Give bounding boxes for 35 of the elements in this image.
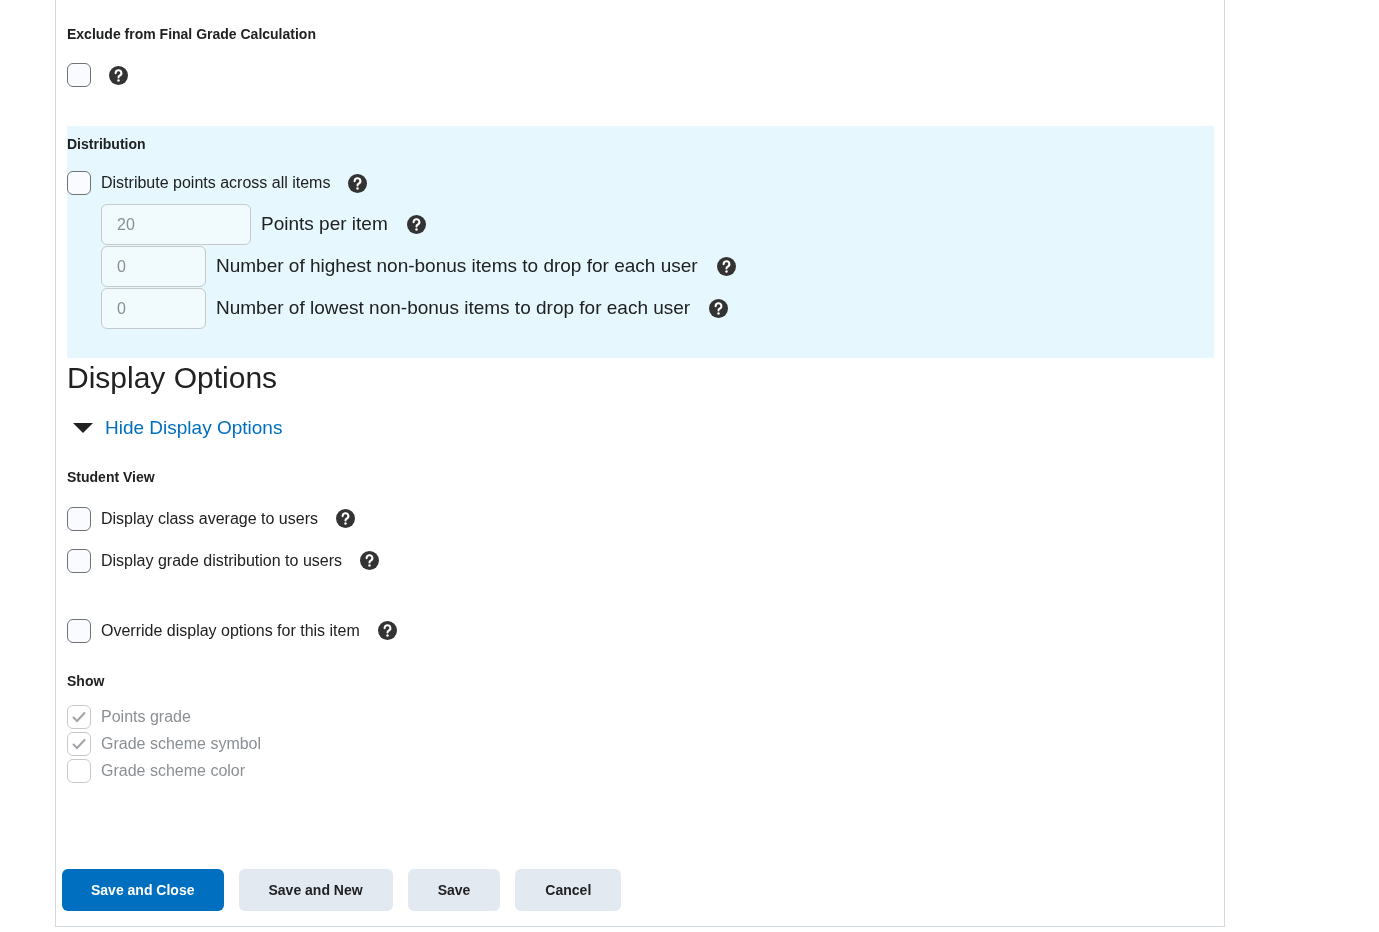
- help-icon[interactable]: [348, 173, 368, 193]
- checkmark-icon: [72, 710, 86, 723]
- action-button[interactable]: Save and New: [238, 869, 393, 911]
- checkbox[interactable]: [67, 506, 91, 531]
- help-icon[interactable]: [716, 257, 736, 276]
- checkbox-label: Display grade distribution to users: [101, 550, 342, 571]
- section-title: Display Options: [67, 360, 279, 396]
- checkbox-label: Grade scheme color: [101, 760, 246, 781]
- help-icon[interactable]: [336, 509, 355, 528]
- section-heading: Distribution: [67, 135, 147, 154]
- help-icon[interactable]: [406, 215, 426, 234]
- section-heading: Show: [67, 671, 106, 691]
- checkmark-icon: [72, 737, 86, 750]
- checkbox-label: Distribute points across all items: [101, 173, 331, 193]
- section-heading: Exclude from Final Grade Calculation: [67, 25, 317, 44]
- action-button[interactable]: Save and Close: [62, 869, 224, 911]
- checkbox-label: Points grade: [101, 706, 191, 727]
- help-icon[interactable]: [709, 299, 729, 318]
- field-label: Number of lowest non-bonus items to drop for each user: [216, 296, 691, 321]
- help-icon[interactable]: [360, 551, 379, 570]
- section-heading: Student View: [67, 467, 156, 487]
- checkbox[interactable]: [67, 618, 91, 643]
- checkbox[interactable]: [67, 171, 91, 195]
- checkbox-label: Override display options for this item: [101, 620, 360, 641]
- action-button[interactable]: Save: [407, 869, 501, 911]
- help-icon[interactable]: [109, 65, 128, 85]
- checkbox[interactable]: [67, 63, 91, 87]
- help-icon[interactable]: [377, 621, 397, 640]
- field-label: Number of highest non-bonus items to drop for each user: [216, 254, 698, 279]
- checkbox[interactable]: [67, 548, 91, 573]
- checkbox-label: Display class average to users: [101, 508, 318, 529]
- hide-options-link[interactable]: Hide Display Options: [105, 414, 283, 443]
- checkbox-label: Grade scheme symbol: [101, 733, 262, 754]
- field-label: Points per item: [261, 212, 388, 237]
- action-button[interactable]: Cancel: [515, 869, 622, 911]
